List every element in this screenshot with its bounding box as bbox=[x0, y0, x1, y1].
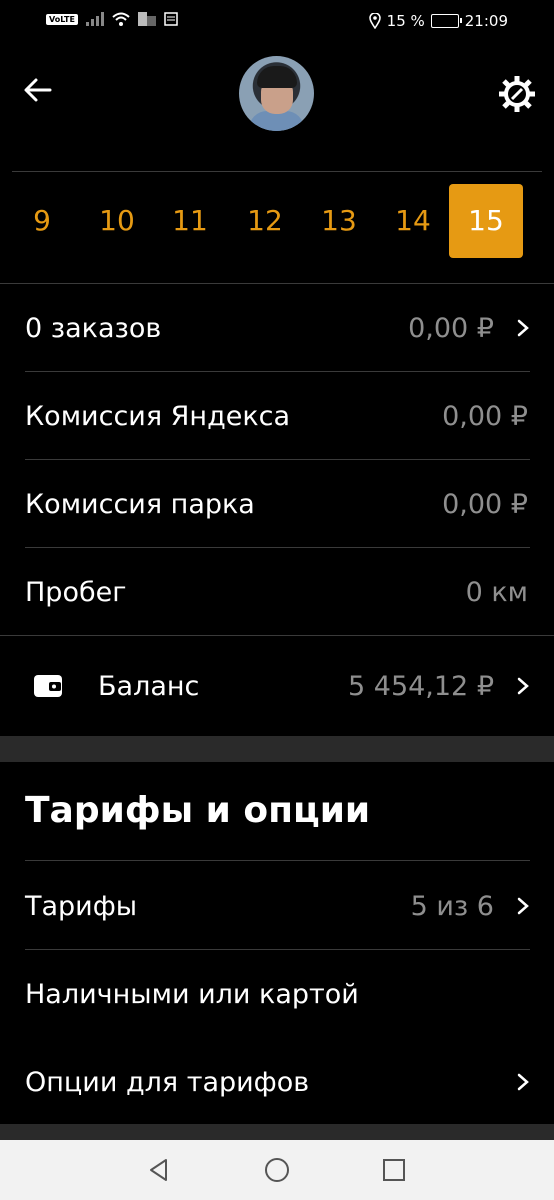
divider bbox=[25, 860, 530, 861]
header bbox=[0, 44, 554, 144]
gear-icon[interactable] bbox=[497, 74, 537, 114]
day-13[interactable]: 13 bbox=[302, 184, 376, 258]
day-12[interactable]: 12 bbox=[228, 184, 302, 258]
volte-badge: VoLTE bbox=[46, 13, 78, 25]
nav-back-icon[interactable] bbox=[146, 1157, 172, 1183]
nav-recent-apps-icon[interactable] bbox=[382, 1158, 406, 1182]
section-separator bbox=[0, 736, 554, 762]
wifi-icon bbox=[112, 12, 130, 26]
signal-icon bbox=[85, 12, 104, 26]
park-fee-value: 0,00 ₽ bbox=[442, 488, 528, 520]
clock: 21:09 bbox=[464, 12, 508, 30]
payment-row[interactable]: Наличными или картой bbox=[0, 950, 554, 1038]
status-left: VoLTE bbox=[46, 12, 178, 26]
yandex-fee-value: 0,00 ₽ bbox=[442, 400, 528, 432]
tariffs-row[interactable]: Тарифы 5 из 6 bbox=[0, 862, 554, 950]
system-nav-bar bbox=[0, 1140, 554, 1200]
divider bbox=[12, 171, 542, 172]
divider bbox=[0, 635, 554, 636]
chevron-right-icon bbox=[517, 677, 529, 695]
tariffs-value: 5 из 6 bbox=[410, 890, 494, 922]
park-fee-row: Комиссия парка 0,00 ₽ bbox=[0, 460, 554, 548]
options-row[interactable]: Опции для тарифов bbox=[0, 1038, 554, 1126]
chevron-right-icon bbox=[517, 897, 529, 915]
orders-value: 0,00 ₽ bbox=[408, 312, 494, 344]
message-icon bbox=[164, 12, 178, 26]
arrow-left-icon[interactable] bbox=[22, 74, 54, 106]
yandex-fee-row: Комиссия Яндекса 0,00 ₽ bbox=[0, 372, 554, 460]
mileage-row: Пробег 0 км bbox=[0, 548, 554, 636]
day-15[interactable]: 15 bbox=[449, 184, 523, 258]
status-bar: VoLTE 15 % 21:09 bbox=[0, 0, 554, 44]
mileage-label: Пробег bbox=[25, 576, 127, 608]
chevron-right-icon bbox=[517, 1073, 529, 1091]
status-right: 15 % 21:09 bbox=[368, 12, 508, 30]
mileage-value: 0 км bbox=[465, 576, 528, 608]
park-fee-label: Комиссия парка bbox=[25, 488, 255, 520]
section-title: Тарифы и опции bbox=[25, 790, 371, 831]
yandex-fee-label: Комиссия Яндекса bbox=[25, 400, 291, 432]
nav-home-icon[interactable] bbox=[264, 1157, 290, 1183]
avatar[interactable] bbox=[239, 56, 314, 131]
orders-label: 0 заказов bbox=[25, 312, 162, 344]
balance-value: 5 454,12 ₽ bbox=[348, 670, 494, 702]
location-icon bbox=[368, 13, 381, 29]
sim-icon bbox=[137, 12, 156, 26]
day-9[interactable]: 9 bbox=[5, 184, 79, 258]
day-11[interactable]: 11 bbox=[153, 184, 227, 258]
battery-icon bbox=[430, 14, 462, 28]
balance-row[interactable]: Баланс 5 454,12 ₽ bbox=[0, 642, 554, 730]
options-label: Опции для тарифов bbox=[25, 1066, 310, 1098]
chevron-right-icon bbox=[517, 319, 529, 337]
balance-label: Баланс bbox=[98, 670, 200, 702]
day-10[interactable]: 10 bbox=[80, 184, 154, 258]
bottom-separator bbox=[0, 1124, 554, 1140]
orders-row[interactable]: 0 заказов 0,00 ₽ bbox=[0, 284, 554, 372]
day-selector: 9 10 11 12 13 14 15 bbox=[0, 184, 554, 258]
battery-percent: 15 % bbox=[386, 12, 425, 30]
wallet-icon bbox=[34, 675, 62, 697]
tariffs-label: Тарифы bbox=[25, 890, 138, 922]
day-14[interactable]: 14 bbox=[376, 184, 450, 258]
payment-label: Наличными или картой bbox=[25, 978, 359, 1010]
